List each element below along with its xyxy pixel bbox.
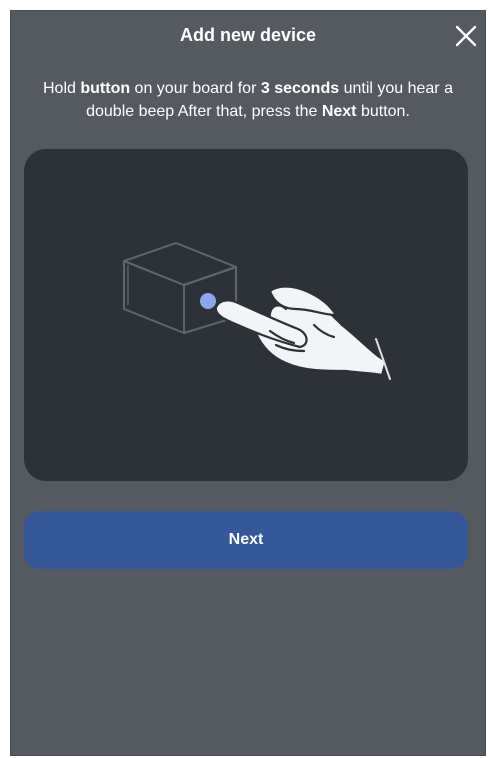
next-button[interactable]: Next (24, 511, 468, 569)
instruction-duration: 3 seconds (260, 80, 340, 97)
instruction-next-word: Next (321, 103, 357, 120)
dialog-header: Add new device (11, 11, 485, 61)
close-icon (455, 25, 477, 47)
instruction-text: Hold button on your board for 3 seconds … (19, 77, 477, 123)
dialog-title: Add new device (179, 25, 317, 45)
pointing-hand-icon (214, 285, 388, 377)
hand-pressing-device-button-illustration (123, 242, 391, 380)
instruction-part4: button. (356, 103, 410, 120)
instruction-part2: on your board for (130, 80, 261, 97)
close-button[interactable] (453, 23, 479, 49)
instruction-button-word: button (80, 80, 131, 97)
device-box-icon (123, 242, 237, 334)
instruction-part1: Hold (43, 80, 81, 97)
add-device-dialog: Add new device Hold button on your board… (10, 10, 486, 756)
device-button-icon (200, 293, 216, 309)
illustration-panel (24, 149, 468, 481)
